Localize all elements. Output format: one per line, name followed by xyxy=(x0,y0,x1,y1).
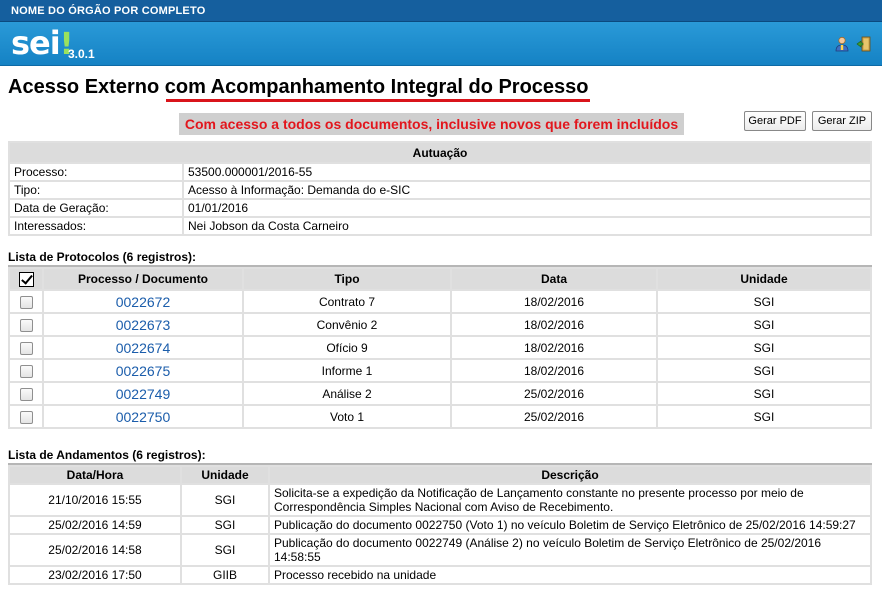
col-unidade[interactable]: Unidade xyxy=(656,267,872,291)
autuacao-table: Autuação Processo: 53500.000001/2016-55 T… xyxy=(8,141,872,236)
document-link[interactable]: 0022673 xyxy=(116,317,171,333)
user-icon[interactable] xyxy=(834,36,850,52)
row-checkbox[interactable] xyxy=(19,295,33,309)
title-underline xyxy=(166,99,590,102)
col-data-hora[interactable]: Data/Hora xyxy=(8,465,182,485)
field-value: Acesso à Informação: Demanda do e-SIC xyxy=(182,180,872,200)
app-version: 3.0.1 xyxy=(68,47,95,61)
descricao-cell: Processo recebido na unidade xyxy=(268,565,872,585)
descricao-cell: Solicita-se a expedição da Notificação d… xyxy=(268,483,872,517)
protocolos-table: Processo / Documento Tipo Data Unidade 0… xyxy=(8,267,872,429)
descricao-cell: Publicação do documento 0022750 (Voto 1)… xyxy=(268,515,872,535)
unidade-cell: SGI xyxy=(656,289,872,314)
field-label: Tipo: xyxy=(8,180,184,200)
andamentos-table: Data/Hora Unidade Descrição 21/10/2016 1… xyxy=(8,465,872,585)
row-checkbox[interactable] xyxy=(19,387,33,401)
document-link[interactable]: 0022674 xyxy=(116,340,171,356)
table-row: 25/02/2016 14:58 SGI Publicação do docum… xyxy=(8,533,872,567)
select-all-checkbox[interactable] xyxy=(18,271,34,287)
field-value: 53500.000001/2016-55 xyxy=(182,162,872,182)
table-row: 25/02/2016 14:59 SGI Publicação do docum… xyxy=(8,515,872,535)
table-row: 0022750 Voto 1 25/02/2016 SGI xyxy=(8,404,872,429)
data-cell: 25/02/2016 xyxy=(450,404,658,429)
select-all-header xyxy=(8,267,44,291)
autuacao-heading: Autuação xyxy=(8,141,872,164)
generate-pdf-button[interactable]: Gerar PDF xyxy=(744,111,806,131)
tipo-cell: Análise 2 xyxy=(242,381,452,406)
tipo-cell: Voto 1 xyxy=(242,404,452,429)
document-link[interactable]: 0022749 xyxy=(116,386,171,402)
col-descricao[interactable]: Descrição xyxy=(268,465,872,485)
data-hora-cell: 23/02/2016 17:50 xyxy=(8,565,182,585)
row-checkbox[interactable] xyxy=(19,410,33,424)
field-label: Interessados: xyxy=(8,216,184,236)
page-title: Acesso Externo com Acompanhamento Integr… xyxy=(8,76,589,98)
data-hora-cell: 25/02/2016 14:58 xyxy=(8,533,182,567)
document-link[interactable]: 0022675 xyxy=(116,363,171,379)
table-row: 0022672 Contrato 7 18/02/2016 SGI xyxy=(8,289,872,314)
col-tipo[interactable]: Tipo xyxy=(242,267,452,291)
col-processo-documento[interactable]: Processo / Documento xyxy=(42,267,244,291)
document-link[interactable]: 0022750 xyxy=(116,409,171,425)
exit-icon[interactable] xyxy=(856,36,872,52)
protocolos-caption: Lista de Protocolos (6 registros): xyxy=(8,250,197,264)
unidade-cell: GIIB xyxy=(180,565,270,585)
table-row: 0022673 Convênio 2 18/02/2016 SGI xyxy=(8,312,872,337)
data-cell: 18/02/2016 xyxy=(450,289,658,314)
unidade-cell: SGI xyxy=(656,335,872,360)
table-row: 0022674 Ofício 9 18/02/2016 SGI xyxy=(8,335,872,360)
tipo-cell: Convênio 2 xyxy=(242,312,452,337)
col-unidade[interactable]: Unidade xyxy=(180,465,270,485)
row-checkbox[interactable] xyxy=(19,341,33,355)
unidade-cell: SGI xyxy=(656,358,872,383)
row-checkbox[interactable] xyxy=(19,364,33,378)
table-row: Processo: 53500.000001/2016-55 xyxy=(8,162,872,182)
table-row: Tipo: Acesso à Informação: Demanda do e-S… xyxy=(8,180,872,200)
sei-logo[interactable]: sei! xyxy=(11,27,73,61)
data-hora-cell: 21/10/2016 15:55 xyxy=(8,483,182,517)
org-name-bar: NOME DO ÓRGÃO POR COMPLETO xyxy=(0,0,882,22)
tipo-cell: Contrato 7 xyxy=(242,289,452,314)
tipo-cell: Informe 1 xyxy=(242,358,452,383)
data-cell: 18/02/2016 xyxy=(450,312,658,337)
unidade-cell: SGI xyxy=(180,533,270,567)
col-data[interactable]: Data xyxy=(450,267,658,291)
descricao-cell: Publicação do documento 0022749 (Análise… xyxy=(268,533,872,567)
unidade-cell: SGI xyxy=(180,515,270,535)
table-row: Data de Geração: 01/01/2016 xyxy=(8,198,872,218)
field-value: Nei Jobson da Costa Carneiro xyxy=(182,216,872,236)
data-cell: 25/02/2016 xyxy=(450,381,658,406)
table-row: Interessados: Nei Jobson da Costa Carneir… xyxy=(8,216,872,236)
table-row: 23/02/2016 17:50 GIIB Processo recebido … xyxy=(8,565,872,585)
access-banner: Com acesso a todos os documentos, inclus… xyxy=(179,113,684,135)
generate-zip-button[interactable]: Gerar ZIP xyxy=(812,111,872,131)
app-header: sei! 3.0.1 xyxy=(0,22,882,66)
document-link[interactable]: 0022672 xyxy=(116,294,171,310)
table-row: 0022749 Análise 2 25/02/2016 SGI xyxy=(8,381,872,406)
field-label: Processo: xyxy=(8,162,184,182)
unidade-cell: SGI xyxy=(180,483,270,517)
data-hora-cell: 25/02/2016 14:59 xyxy=(8,515,182,535)
table-row: 21/10/2016 15:55 SGI Solicita-se a exped… xyxy=(8,483,872,517)
field-value: 01/01/2016 xyxy=(182,198,872,218)
field-label: Data de Geração: xyxy=(8,198,184,218)
row-checkbox[interactable] xyxy=(19,318,33,332)
data-cell: 18/02/2016 xyxy=(450,358,658,383)
unidade-cell: SGI xyxy=(656,381,872,406)
unidade-cell: SGI xyxy=(656,312,872,337)
table-row: 0022675 Informe 1 18/02/2016 SGI xyxy=(8,358,872,383)
andamentos-caption: Lista de Andamentos (6 registros): xyxy=(8,448,206,462)
data-cell: 18/02/2016 xyxy=(450,335,658,360)
unidade-cell: SGI xyxy=(656,404,872,429)
tipo-cell: Ofício 9 xyxy=(242,335,452,360)
